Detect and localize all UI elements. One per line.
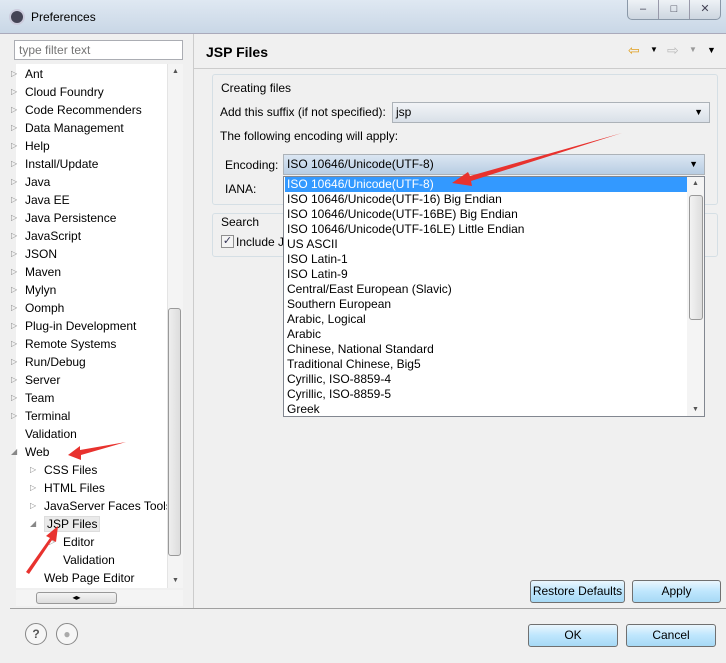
annotation-arrows [26,133,622,574]
arrow-to-jsp [26,526,58,574]
arrow-to-utf8 [452,133,622,186]
arrow-to-web [68,442,126,460]
